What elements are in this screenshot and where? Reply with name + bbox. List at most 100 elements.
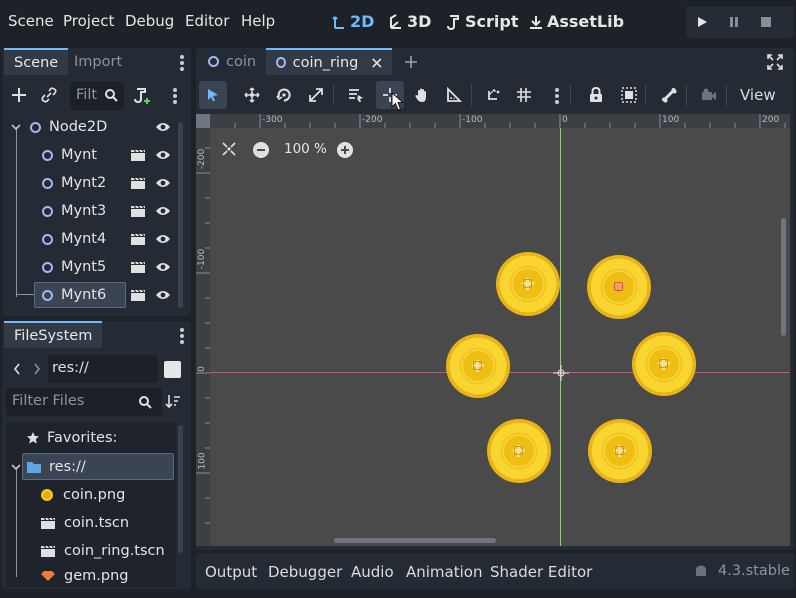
tab-filesystem[interactable]: FileSystem — [4, 321, 103, 348]
tree-line — [16, 467, 17, 577]
visibility-eye-icon[interactable] — [155, 290, 171, 300]
tab-animation[interactable]: Animation — [406, 563, 482, 581]
file-coin-ring-tscn[interactable]: coin_ring.tscn — [40, 538, 165, 564]
snap-options-icon[interactable] — [554, 88, 560, 104]
visibility-eye-icon[interactable] — [155, 178, 171, 188]
visibility-eye-icon[interactable] — [155, 206, 171, 216]
tab-coin[interactable]: coin — [198, 48, 266, 75]
center-view-icon[interactable] — [222, 142, 236, 156]
tree-item-node2d[interactable]: Node2D — [10, 114, 177, 140]
grid-snap-icon[interactable] — [516, 87, 532, 103]
visibility-eye-icon[interactable] — [155, 150, 171, 160]
path-field[interactable]: res:// — [48, 355, 158, 383]
pause-button[interactable] — [719, 6, 749, 38]
menu-debug[interactable]: Debug — [125, 12, 174, 30]
chevron-down-icon — [11, 124, 21, 131]
scene-tree-scrollbar[interactable] — [178, 122, 183, 308]
pan-hand-icon[interactable] — [414, 87, 430, 103]
visibility-eye-icon[interactable] — [155, 262, 171, 272]
tab-shader-editor[interactable]: Shader Editor — [490, 563, 592, 581]
tree-item-mynt2[interactable]: Mynt2 — [42, 170, 177, 196]
open-scene-icon[interactable] — [130, 176, 146, 190]
scale-icon[interactable] — [308, 87, 324, 103]
sort-icon[interactable] — [165, 393, 181, 409]
file-coin-tscn[interactable]: coin.tscn — [40, 510, 129, 536]
coin-sprite-mynt5[interactable] — [487, 419, 551, 483]
attach-script-button[interactable] — [133, 86, 155, 108]
filesystem-menu-icon[interactable] — [179, 328, 185, 344]
coin-sprite-mynt[interactable] — [496, 252, 560, 316]
add-node-button[interactable] — [8, 84, 30, 106]
open-scene-icon[interactable] — [130, 232, 146, 246]
tab-audio[interactable]: Audio — [351, 563, 394, 581]
coin-sprite-mynt6[interactable] — [588, 419, 652, 483]
play-button[interactable] — [687, 6, 717, 38]
ruler-icon[interactable] — [446, 87, 462, 103]
bone-icon[interactable] — [661, 87, 677, 103]
menu-help[interactable]: Help — [241, 12, 275, 30]
coin-sprite-mynt4[interactable] — [632, 332, 696, 396]
camera-override-icon[interactable] — [701, 87, 717, 103]
lock-icon[interactable] — [589, 87, 603, 103]
file-tree-scrollbar[interactable] — [178, 425, 183, 553]
open-scene-icon[interactable] — [130, 148, 146, 162]
workspace-3d[interactable]: 3D — [389, 12, 431, 31]
tab-scene[interactable]: Scene — [4, 48, 69, 75]
open-scene-icon[interactable] — [130, 204, 146, 218]
forward-arrow-icon[interactable] — [32, 362, 42, 376]
tree-item-mynt4[interactable]: Mynt4 — [42, 226, 177, 252]
scene-tree-menu-icon[interactable] — [172, 88, 178, 104]
instance-scene-button[interactable] — [40, 86, 60, 106]
open-scene-icon[interactable] — [130, 260, 146, 274]
tab-debugger[interactable]: Debugger — [268, 563, 342, 581]
visibility-eye-icon[interactable] — [155, 122, 171, 132]
zoom-out-button[interactable] — [253, 142, 269, 158]
vertical-scrollbar[interactable] — [781, 218, 786, 336]
ruler-label: -200 — [362, 115, 383, 125]
canvas-viewport[interactable]: -300 -200 -100 0 100 200 -200 -100 0 100… — [196, 114, 790, 546]
tab-import[interactable]: Import — [64, 48, 132, 75]
visibility-eye-icon[interactable] — [155, 234, 171, 244]
filter-files-input[interactable]: Filter Files — [6, 388, 162, 416]
group-icon[interactable] — [621, 87, 637, 103]
open-scene-icon[interactable] — [130, 288, 146, 302]
tab-output[interactable]: Output — [205, 563, 257, 581]
tree-item-mynt[interactable]: Mynt — [42, 142, 177, 168]
menu-editor[interactable]: Editor — [185, 12, 229, 30]
move-icon[interactable] — [244, 87, 260, 103]
workspace-2d[interactable]: 2D — [332, 12, 374, 31]
stop-button[interactable] — [751, 6, 781, 38]
ruler-label: -200 — [197, 148, 208, 170]
toggle-split-mode-button[interactable] — [164, 361, 181, 378]
coin-sprite-mynt2[interactable] — [587, 255, 651, 319]
menu-scene[interactable]: Scene — [8, 12, 54, 30]
horizontal-scrollbar[interactable] — [334, 538, 496, 543]
zoom-level[interactable]: 100 % — [284, 141, 327, 157]
coin-sprite-mynt3[interactable] — [446, 334, 510, 398]
file-gem-png[interactable]: gem.png — [40, 566, 128, 586]
view-menu-button[interactable]: View — [740, 86, 776, 104]
select-mode-button[interactable] — [199, 81, 227, 109]
zoom-in-button[interactable] — [337, 142, 353, 158]
chevron-down-icon[interactable] — [10, 461, 22, 473]
workspace-script[interactable]: Script — [447, 12, 518, 31]
tree-item-mynt3[interactable]: Mynt3 — [42, 198, 177, 224]
workspace-assetlib[interactable]: AssetLib — [529, 12, 624, 31]
res-folder-row[interactable]: res:// — [26, 454, 86, 480]
scene-dock-menu-icon[interactable] — [179, 55, 185, 71]
menu-project[interactable]: Project — [63, 12, 114, 30]
back-arrow-icon[interactable] — [12, 362, 22, 376]
tab-coin-ring[interactable]: coin_ring — [266, 48, 392, 75]
list-select-icon[interactable] — [348, 87, 364, 103]
scene-filter-input[interactable]: Filt — [70, 82, 124, 110]
file-coin-png[interactable]: coin.png — [40, 482, 125, 508]
rotate-icon[interactable] — [276, 87, 292, 103]
tree-item-mynt5[interactable]: Mynt5 — [42, 254, 177, 280]
tree-item-mynt6[interactable]: Mynt6 — [34, 282, 177, 308]
new-tab-plus-icon[interactable] — [404, 55, 418, 69]
favorites-row[interactable]: Favorites: — [26, 425, 117, 451]
distraction-free-icon[interactable] — [767, 54, 783, 70]
close-icon[interactable] — [372, 57, 382, 69]
node2d-icon — [276, 57, 286, 68]
smart-snap-icon[interactable] — [486, 87, 502, 103]
